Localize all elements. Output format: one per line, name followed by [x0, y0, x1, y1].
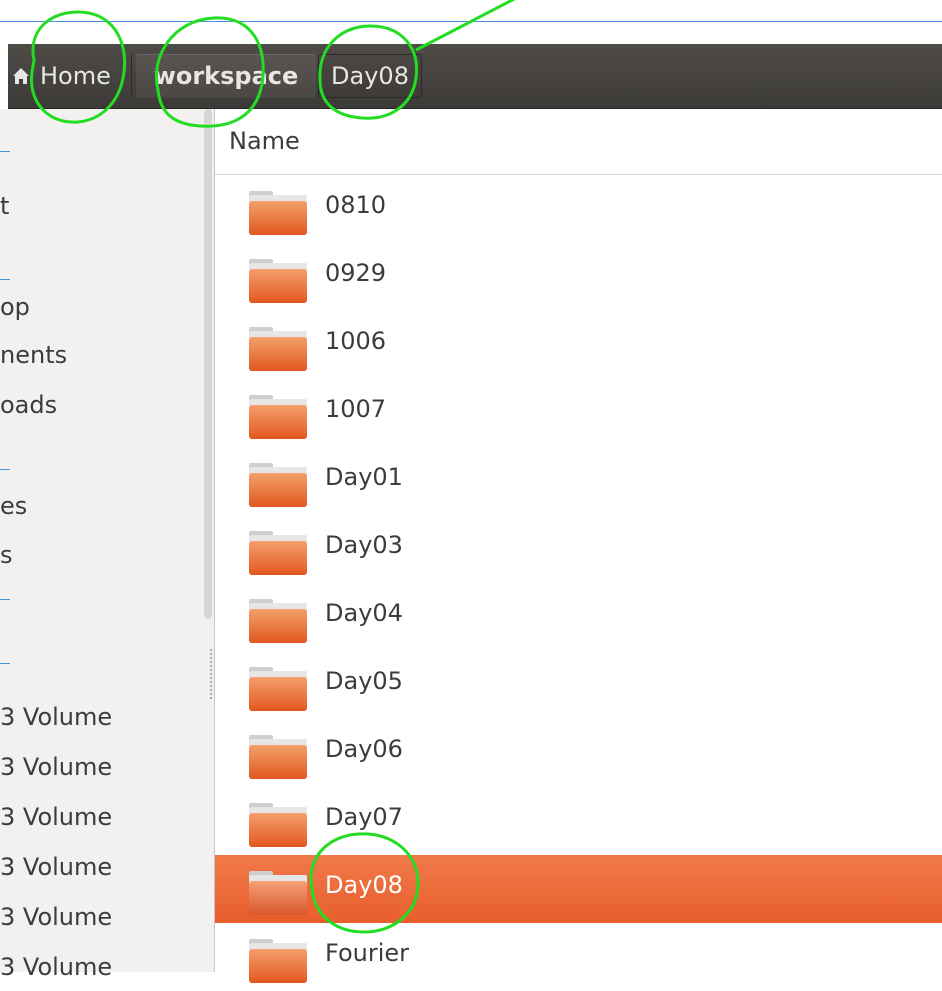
annotation-guide-line [0, 469, 10, 470]
file-row[interactable]: Day06 [215, 719, 942, 787]
file-name: 0810 [325, 191, 387, 219]
annotation-guide-line [0, 279, 10, 280]
file-name: Day08 [325, 871, 403, 899]
file-row[interactable]: 1007 [215, 379, 942, 447]
file-row[interactable]: Day04 [215, 583, 942, 651]
file-row[interactable]: 0929 [215, 243, 942, 311]
folder-icon [249, 871, 307, 915]
sidebar-scrollbar[interactable] [204, 109, 212, 619]
file-row[interactable]: Day08 [215, 855, 942, 923]
breadcrumb-home-label: Home [40, 62, 111, 90]
sidebar-item[interactable]: oads [0, 385, 57, 425]
file-name: Day07 [325, 803, 403, 831]
breadcrumb-current[interactable]: Day08 [318, 54, 422, 98]
folder-icon [249, 939, 307, 983]
folder-icon [249, 599, 307, 643]
breadcrumb-current-label: Day08 [331, 62, 409, 90]
file-name: 1007 [325, 395, 387, 423]
folder-icon [249, 395, 307, 439]
breadcrumb-workspace-label: workspace [153, 62, 299, 90]
folder-icon [249, 735, 307, 779]
folder-icon [249, 667, 307, 711]
location-toolbar: Home workspace Day08 [8, 44, 942, 109]
column-header-name[interactable]: Name [215, 109, 942, 175]
file-list-view: Name 0810 0929 1006 1007 Day01 Day03 Day… [215, 109, 942, 983]
file-row[interactable]: Day01 [215, 447, 942, 515]
folder-icon [249, 259, 307, 303]
file-row[interactable]: 0810 [215, 175, 942, 243]
breadcrumb-workspace[interactable]: workspace [136, 54, 316, 98]
folder-icon [249, 463, 307, 507]
file-name: Day04 [325, 599, 403, 627]
file-name: Day06 [325, 735, 403, 763]
file-row[interactable]: Day07 [215, 787, 942, 855]
sidebar-item-volume[interactable]: 3 Volume [0, 847, 112, 887]
sidebar-item[interactable]: nents [0, 335, 67, 375]
file-row[interactable]: 1006 [215, 311, 942, 379]
breadcrumb-home[interactable]: Home [8, 54, 132, 98]
column-header-label: Name [229, 127, 300, 155]
sidebar-item[interactable]: es [0, 486, 27, 526]
sidebar-item-volume[interactable]: 3 Volume [0, 947, 112, 987]
annotation-guide-line [0, 663, 10, 664]
file-name: 1006 [325, 327, 387, 355]
sidebar-item[interactable]: t [0, 186, 9, 226]
sidebar-item[interactable]: op [0, 287, 30, 327]
file-name: Day03 [325, 531, 403, 559]
sidebar-item-volume[interactable]: 3 Volume [0, 697, 112, 737]
home-icon [13, 68, 29, 84]
file-row[interactable]: Fourier [215, 923, 942, 991]
annotation-guide-line [0, 151, 10, 152]
file-row[interactable]: Day05 [215, 651, 942, 719]
folder-icon [249, 803, 307, 847]
file-name: 0929 [325, 259, 387, 287]
sidebar-item-volume[interactable]: 3 Volume [0, 897, 112, 937]
sidebar-item-volume[interactable]: 3 Volume [0, 747, 112, 787]
top-strip [0, 0, 942, 44]
pane-resize-grip[interactable] [210, 649, 214, 699]
file-row[interactable]: Day03 [215, 515, 942, 583]
file-name: Day05 [325, 667, 403, 695]
sidebar-item-volume[interactable]: 3 Volume [0, 797, 112, 837]
annotation-guide-line [0, 599, 10, 600]
places-sidebar: t op nents oads es s 3 Volume 3 Volume 3… [0, 109, 215, 981]
folder-icon [249, 531, 307, 575]
folder-icon [249, 191, 307, 235]
sidebar-item[interactable]: s [0, 535, 13, 575]
folder-icon [249, 327, 307, 371]
annotation-guide-line [0, 21, 942, 22]
file-name: Fourier [325, 939, 410, 967]
file-name: Day01 [325, 463, 403, 491]
